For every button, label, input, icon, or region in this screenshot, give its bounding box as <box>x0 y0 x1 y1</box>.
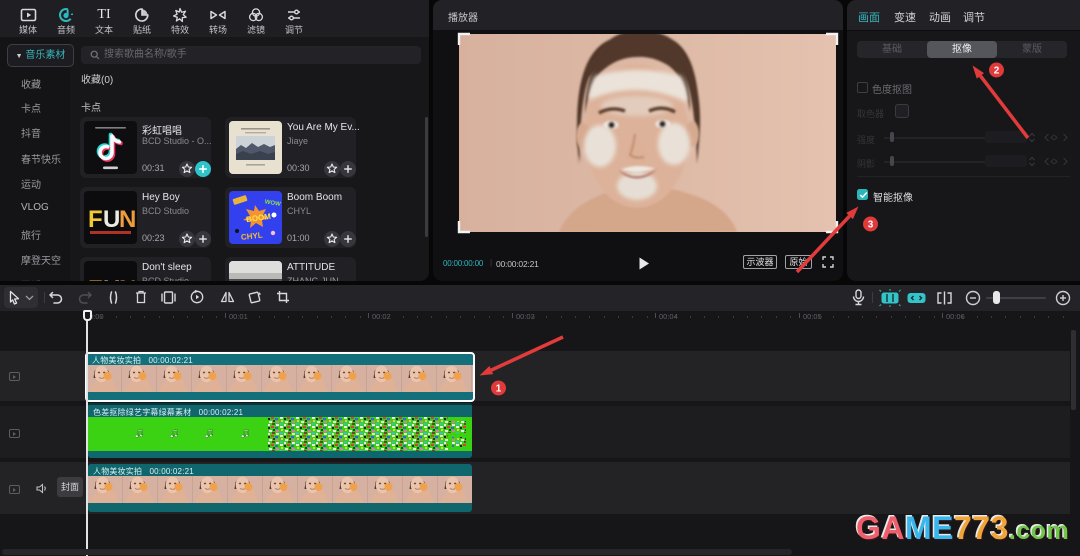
svg-text:F: F <box>88 206 103 233</box>
svg-text:U: U <box>103 276 120 281</box>
svg-text:F: F <box>88 276 103 281</box>
svg-text:WOW: WOW <box>264 199 281 208</box>
svg-text:N: N <box>119 206 136 233</box>
svg-text:U: U <box>103 206 120 233</box>
svg-text:N: N <box>119 276 136 281</box>
svg-text:CHYL: CHYL <box>241 231 264 242</box>
